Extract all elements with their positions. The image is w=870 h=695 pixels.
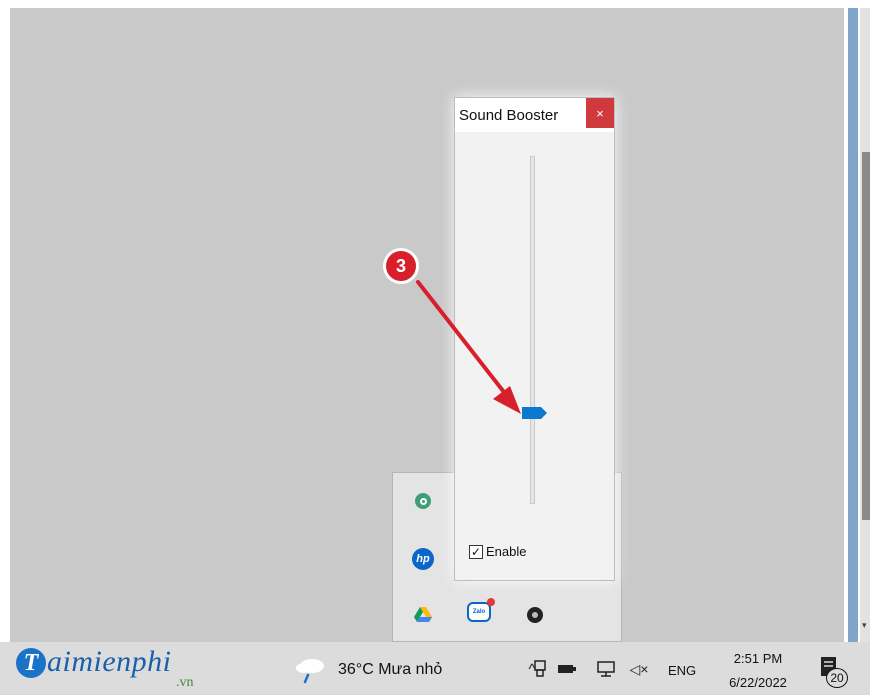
battery-icon[interactable] [555,657,579,681]
green-circle-app-icon[interactable] [410,488,436,514]
sound-booster-body: ✓ Enable [455,132,614,580]
volume-slider-thumb[interactable] [522,406,548,420]
rain-cloud-icon[interactable] [292,654,328,684]
enable-checkbox[interactable]: ✓ [469,544,483,559]
sound-booster-titlebar[interactable]: Sound Booster × [455,98,614,132]
volume-slider-track[interactable] [530,156,535,504]
logo-brand: aimienphi [47,645,172,678]
logo-suffix: .vn [176,675,194,690]
logo-initial: T [16,648,46,678]
language-indicator[interactable]: ENG [668,663,696,678]
checkmark-icon: ✓ [470,544,482,559]
weather-temperature: 36°C [338,661,374,678]
usb-device-icon[interactable] [530,657,550,681]
clock-time[interactable]: 2:51 PM [724,651,792,666]
zalo-icon[interactable]: Zalo [466,598,495,625]
network-icon[interactable] [594,657,618,681]
clock-date[interactable]: 6/22/2022 [716,675,800,690]
google-drive-icon[interactable] [410,602,436,628]
close-icon: × [596,105,604,121]
weather-condition: Mưa nhỏ [378,661,443,678]
sound-booster-window: Sound Booster × ✓ Enable [454,97,615,581]
scrollbar-thumb[interactable] [862,152,870,520]
notification-count-badge: 20 [826,668,848,688]
sound-booster-title: Sound Booster [459,107,559,124]
taimienphi-logo: T aimienphi .vn [14,642,214,695]
weather-widget[interactable]: 36°C Mưa nhỏ [338,661,442,679]
scroll-down-icon[interactable]: ▾ [862,620,867,631]
enable-label: Enable [486,544,527,559]
volume-muted-icon[interactable]: ◁× [626,657,652,681]
disc-icon[interactable] [522,602,548,628]
step-number-badge: 3 [383,248,419,284]
close-button[interactable]: × [586,98,614,128]
enable-checkbox-group[interactable]: ✓ Enable [469,544,526,559]
hp-icon[interactable]: hp [410,546,436,572]
window-edge-strip [848,8,858,642]
